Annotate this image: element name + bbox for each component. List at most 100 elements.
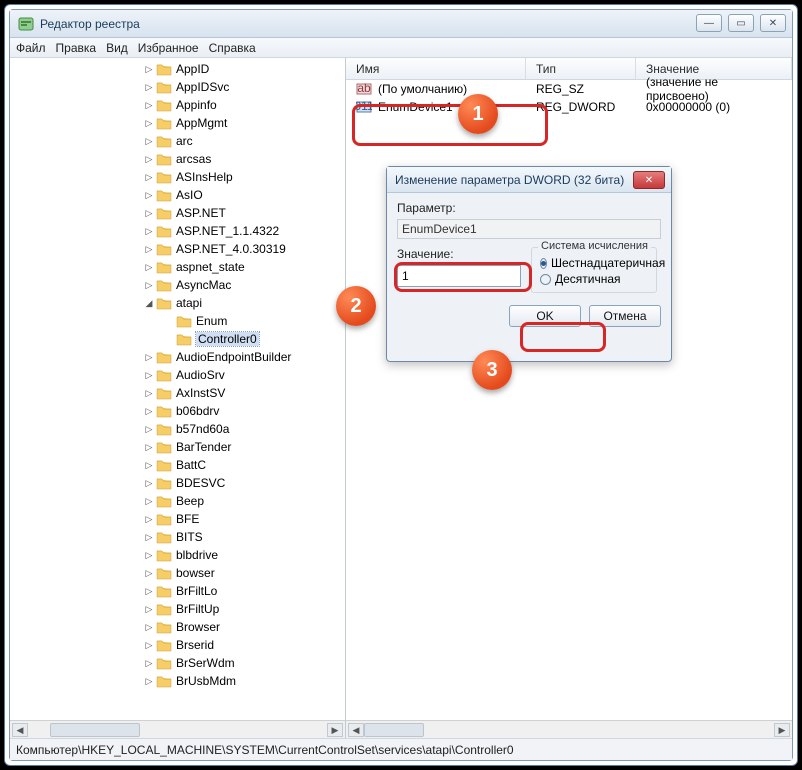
menu-file[interactable]: Файл: [16, 41, 46, 55]
radio-hex-label: Шестнадцатеричная: [551, 256, 665, 270]
scroll-thumb[interactable]: [50, 723, 140, 737]
tree-node[interactable]: ▷ASP.NET: [10, 204, 345, 222]
expand-icon[interactable]: ▷: [144, 118, 154, 129]
tree-node[interactable]: ▷bowser: [10, 564, 345, 582]
tree-node-label: Browser: [176, 620, 220, 634]
menu-favorites[interactable]: Избранное: [138, 41, 199, 55]
expand-icon[interactable]: ▷: [144, 604, 154, 615]
tree-node[interactable]: ▷BarTender: [10, 438, 345, 456]
value-list-pane: Имя Тип Значение (По умолчанию)REG_SZ(зн…: [346, 58, 792, 738]
expand-icon[interactable]: ▷: [144, 478, 154, 489]
tree-node[interactable]: ▷b57nd60a: [10, 420, 345, 438]
ok-button[interactable]: OK: [509, 305, 581, 327]
tree-node[interactable]: Controller0: [10, 330, 345, 348]
scroll-right-icon[interactable]: ▶: [774, 723, 790, 737]
tree-node[interactable]: ▷ASP.NET_4.0.30319: [10, 240, 345, 258]
tree-node[interactable]: ▷arcsas: [10, 150, 345, 168]
tree-node[interactable]: ▷Appinfo: [10, 96, 345, 114]
expand-icon[interactable]: ▷: [144, 460, 154, 471]
value-row[interactable]: EnumDevice1REG_DWORD0x00000000 (0): [346, 98, 792, 116]
tree-node[interactable]: ▷BrUsbMdm: [10, 672, 345, 690]
scroll-thumb[interactable]: [364, 723, 424, 737]
expand-icon[interactable]: ▷: [144, 172, 154, 183]
expand-icon[interactable]: ▷: [144, 388, 154, 399]
expand-icon[interactable]: ▷: [144, 244, 154, 255]
tree-node[interactable]: ▷Brserid: [10, 636, 345, 654]
tree-node[interactable]: ▷ Browser: [10, 618, 345, 636]
tree-node[interactable]: ▷BrFiltUp: [10, 600, 345, 618]
expand-icon[interactable]: ▷: [144, 136, 154, 147]
scroll-left-icon[interactable]: ◀: [348, 723, 364, 737]
tree-node-label: AxInstSV: [176, 386, 225, 400]
tree-node-label: Controller0: [196, 332, 259, 346]
expand-icon[interactable]: ▷: [144, 226, 154, 237]
expand-icon[interactable]: ▷: [144, 532, 154, 543]
tree-node[interactable]: ▷BrSerWdm: [10, 654, 345, 672]
menu-help[interactable]: Справка: [209, 41, 256, 55]
expand-icon[interactable]: ▷: [144, 442, 154, 453]
expand-icon[interactable]: ▷: [144, 190, 154, 201]
list-hscrollbar[interactable]: ◀ ▶: [346, 720, 792, 738]
tree-node[interactable]: ▷AppID: [10, 60, 345, 78]
expand-icon[interactable]: ▷: [144, 370, 154, 381]
radio-hex[interactable]: Шестнадцатеричная: [540, 256, 648, 270]
value-input[interactable]: [397, 265, 521, 287]
tree-node[interactable]: ▷ AxInstSV: [10, 384, 345, 402]
expand-icon[interactable]: ▷: [144, 64, 154, 75]
tree-node[interactable]: ▷ASInsHelp: [10, 168, 345, 186]
expand-icon[interactable]: ▷: [144, 550, 154, 561]
tree-node[interactable]: ▷arc: [10, 132, 345, 150]
tree-node[interactable]: ▷AppMgmt: [10, 114, 345, 132]
dialog-close-button[interactable]: ✕: [633, 171, 665, 189]
tree-node[interactable]: ▷BattC: [10, 456, 345, 474]
radio-dec[interactable]: Десятичная: [540, 272, 648, 286]
scroll-left-icon[interactable]: ◀: [12, 723, 28, 737]
col-header-type[interactable]: Тип: [526, 58, 636, 79]
tree-node[interactable]: ◢atapi: [10, 294, 345, 312]
tree-node[interactable]: ▷BFE: [10, 510, 345, 528]
registry-tree[interactable]: ▷AppID▷AppIDSvc▷Appinfo▷AppMgmt▷arc▷arcs…: [10, 58, 345, 720]
tree-hscrollbar[interactable]: ◀ ▶: [10, 720, 345, 738]
expand-icon[interactable]: ▷: [144, 496, 154, 507]
expand-icon[interactable]: ▷: [144, 208, 154, 219]
menu-edit[interactable]: Правка: [56, 41, 97, 55]
tree-node[interactable]: ▷AudioEndpointBuilder: [10, 348, 345, 366]
expand-icon[interactable]: ▷: [144, 154, 154, 165]
menu-view[interactable]: Вид: [106, 41, 128, 55]
tree-node[interactable]: ▷aspnet_state: [10, 258, 345, 276]
tree-node[interactable]: ▷blbdrive: [10, 546, 345, 564]
expand-icon[interactable]: ▷: [144, 676, 154, 687]
expand-icon[interactable]: ▷: [144, 280, 154, 291]
expand-icon[interactable]: ▷: [144, 622, 154, 633]
tree-node[interactable]: ▷b06bdrv: [10, 402, 345, 420]
tree-node[interactable]: ▷BITS: [10, 528, 345, 546]
value-row[interactable]: (По умолчанию)REG_SZ(значение не присвое…: [346, 80, 792, 98]
tree-node[interactable]: Enum: [10, 312, 345, 330]
tree-node[interactable]: ▷AsIO: [10, 186, 345, 204]
close-button[interactable]: ✕: [760, 14, 786, 32]
expand-icon[interactable]: ▷: [144, 568, 154, 579]
col-header-name[interactable]: Имя: [346, 58, 526, 79]
tree-node[interactable]: ▷AppIDSvc: [10, 78, 345, 96]
tree-node[interactable]: ▷BrFiltLo: [10, 582, 345, 600]
expand-icon[interactable]: ▷: [144, 262, 154, 273]
tree-node[interactable]: ▷ASP.NET_1.1.4322: [10, 222, 345, 240]
cancel-button[interactable]: Отмена: [589, 305, 661, 327]
expand-icon[interactable]: ▷: [144, 100, 154, 111]
maximize-button[interactable]: ▭: [728, 14, 754, 32]
scroll-right-icon[interactable]: ▶: [327, 723, 343, 737]
expand-icon[interactable]: ◢: [144, 298, 154, 309]
expand-icon[interactable]: ▷: [144, 406, 154, 417]
expand-icon[interactable]: ▷: [144, 658, 154, 669]
expand-icon[interactable]: ▷: [144, 586, 154, 597]
expand-icon[interactable]: ▷: [144, 514, 154, 525]
minimize-button[interactable]: —: [696, 14, 722, 32]
tree-node[interactable]: ▷AsyncMac: [10, 276, 345, 294]
tree-node[interactable]: ▷AudioSrv: [10, 366, 345, 384]
tree-node[interactable]: ▷BDESVC: [10, 474, 345, 492]
expand-icon[interactable]: ▷: [144, 640, 154, 651]
expand-icon[interactable]: ▷: [144, 82, 154, 93]
expand-icon[interactable]: ▷: [144, 424, 154, 435]
tree-node[interactable]: ▷Beep: [10, 492, 345, 510]
expand-icon[interactable]: ▷: [144, 352, 154, 363]
